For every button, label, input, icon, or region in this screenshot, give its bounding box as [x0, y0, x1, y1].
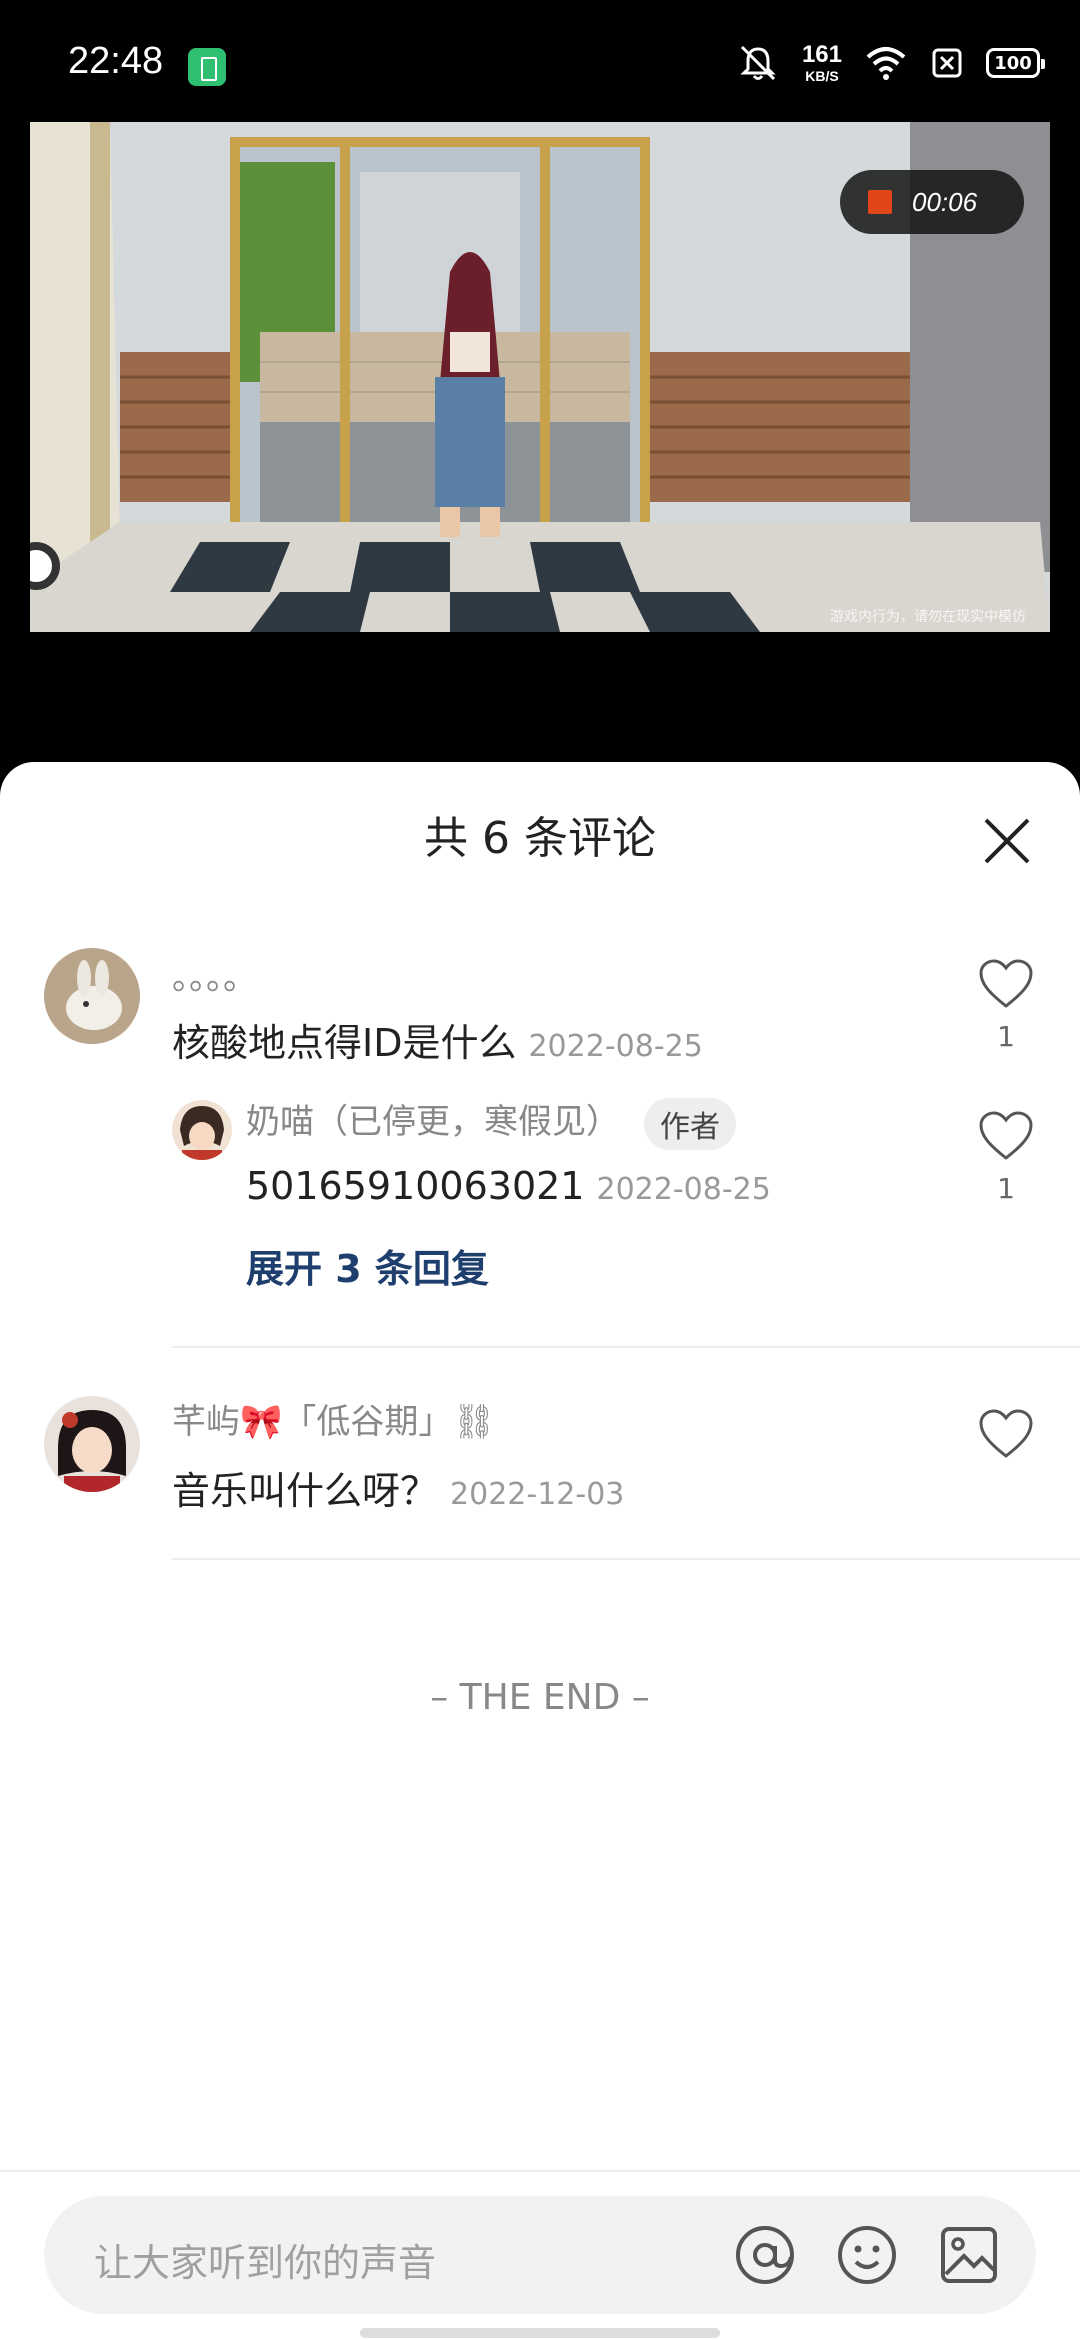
- comment-input-bar: 让大家听到你的声音: [0, 2170, 1080, 2340]
- reply-nickname-text: 奶喵（已停更，寒假见）: [246, 1102, 620, 1142]
- comment-date: 2022-12-03: [450, 1477, 625, 1512]
- heart-icon: [979, 1111, 1033, 1160]
- like-count: 1: [997, 1020, 1015, 1053]
- reply-like-button[interactable]: 1: [976, 1110, 1036, 1205]
- divider: [172, 1346, 1080, 1348]
- emoji-icon[interactable]: [836, 2224, 898, 2286]
- status-icons: 161 KB/S 100: [736, 38, 1045, 88]
- comment-input[interactable]: 让大家听到你的声音: [44, 2196, 1036, 2314]
- reply-nickname[interactable]: 奶喵（已停更，寒假见） 作者: [246, 1094, 736, 1150]
- comment-body: 音乐叫什么呀？: [172, 1469, 439, 1513]
- comment-nickname[interactable]: 。。。。: [172, 950, 257, 999]
- battery-saver-icon: [188, 48, 226, 86]
- battery-indicator: 100: [986, 48, 1045, 78]
- home-indicator[interactable]: [360, 2328, 720, 2338]
- divider: [172, 1558, 1080, 1560]
- comment-input-placeholder: 让大家听到你的声音: [94, 2241, 437, 2285]
- heart-icon: [979, 959, 1033, 1008]
- like-button[interactable]: [976, 1408, 1036, 1464]
- clock: 22:48: [68, 40, 164, 82]
- avatar[interactable]: [44, 1396, 140, 1492]
- reply-date: 2022-08-25: [596, 1172, 771, 1207]
- no-sim-icon: [932, 48, 962, 78]
- comment-text: 核酸地点得ID是什么 2022-08-25: [172, 1012, 703, 1067]
- recording-time: 00:06: [912, 186, 978, 217]
- comment-body: 核酸地点得ID是什么: [172, 1021, 517, 1065]
- author-tag: 作者: [644, 1097, 736, 1150]
- network-speed-unit: KB/S: [805, 68, 839, 84]
- comments-sheet: 共 6 条评论 。。。。 核酸地点得ID是什么 2022-08-25 1 奶喵（…: [0, 762, 1080, 2340]
- comment-text: 音乐叫什么呀？ 2022-12-03: [172, 1460, 624, 1515]
- network-speed-value: 161: [801, 41, 842, 68]
- comment-date: 2022-08-25: [528, 1029, 703, 1064]
- girl-avatar-image: [44, 1396, 140, 1492]
- comment-nickname[interactable]: 芊屿🎀「低谷期」⛓: [172, 1394, 496, 1443]
- reply-avatar[interactable]: [172, 1100, 232, 1160]
- like-button[interactable]: 1: [976, 958, 1036, 1053]
- network-speed: 161 KB/S: [801, 41, 842, 84]
- status-bar: 22:48 161 KB/S 100: [0, 0, 1080, 120]
- expand-replies-link[interactable]: 展开 3 条回复: [246, 1238, 489, 1293]
- avatar[interactable]: [44, 948, 140, 1044]
- bunny-avatar-image: [44, 948, 140, 1044]
- heart-icon: [979, 1409, 1033, 1458]
- video-player[interactable]: 00:06 游戏内行为，请勿在现实中模仿: [30, 122, 1050, 632]
- record-stop-icon: [868, 190, 892, 214]
- close-icon[interactable]: [972, 806, 1042, 876]
- reply-body: 50165910063021: [246, 1164, 585, 1208]
- mute-bell-icon: [740, 45, 776, 81]
- end-of-list-label: – THE END –: [430, 1677, 650, 1718]
- comments-title: 共 6 条评论: [424, 813, 656, 864]
- author-avatar-image: [172, 1100, 232, 1160]
- image-icon[interactable]: [938, 2224, 1000, 2286]
- reply-like-count: 1: [997, 1172, 1015, 1205]
- at-mention-icon[interactable]: [734, 2224, 796, 2286]
- recording-badge[interactable]: 00:06: [840, 170, 1024, 234]
- wifi-icon: [866, 47, 906, 80]
- reply-text: 50165910063021 2022-08-25: [246, 1164, 771, 1208]
- video-watermark: 游戏内行为，请勿在现实中模仿: [830, 609, 1026, 625]
